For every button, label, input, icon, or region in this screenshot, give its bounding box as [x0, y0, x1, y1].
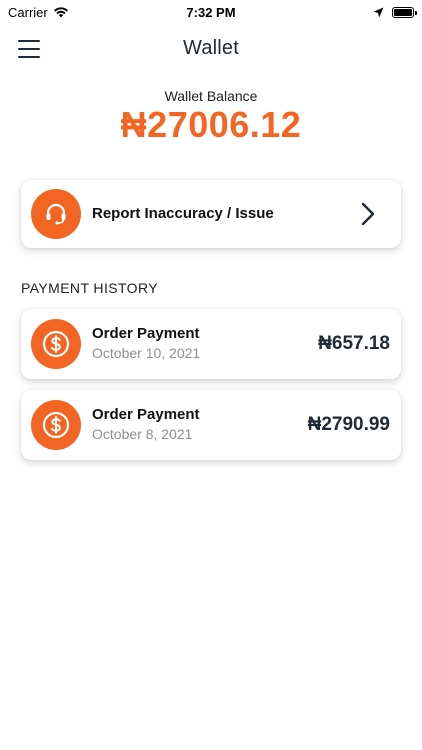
status-bar: Carrier 7:32 PM: [0, 0, 422, 24]
payment-amount: ₦657.18: [318, 333, 390, 354]
headset-support-icon: [31, 189, 81, 239]
payment-title: Order Payment: [92, 325, 200, 342]
payment-history-item[interactable]: Order Payment October 8, 2021 ₦2790.99: [21, 390, 401, 460]
report-issue-label: Report Inaccuracy / Issue: [92, 205, 274, 222]
location-arrow-icon: [373, 7, 384, 17]
page-title: Wallet: [182, 37, 240, 59]
payment-date: October 8, 2021: [92, 426, 193, 442]
payment-history-item[interactable]: Order Payment October 10, 2021 ₦657.18: [21, 309, 401, 379]
payment-title: Order Payment: [92, 406, 200, 423]
wifi-icon: [53, 7, 68, 18]
chevron-right-icon: [361, 202, 375, 226]
wallet-screen: Carrier 7:32 PM Wallet Wallet Balance ₦2…: [0, 0, 422, 750]
wallet-balance-amount: ₦27006.12: [120, 104, 302, 145]
carrier-label: Carrier: [8, 4, 48, 20]
payment-date: October 10, 2021: [92, 345, 201, 361]
report-issue-button[interactable]: Report Inaccuracy / Issue: [21, 180, 401, 248]
status-right-group: [373, 6, 417, 18]
dollar-coin-icon: [31, 400, 81, 450]
carrier-group: Carrier: [8, 5, 69, 20]
payment-amount: ₦2790.99: [307, 414, 390, 435]
nav-bar: Wallet: [0, 24, 422, 74]
wallet-balance-label: Wallet Balance: [164, 88, 258, 104]
payment-history-title: PAYMENT HISTORY: [21, 280, 158, 296]
dollar-coin-icon: [31, 319, 81, 369]
battery-icon: [392, 6, 417, 18]
